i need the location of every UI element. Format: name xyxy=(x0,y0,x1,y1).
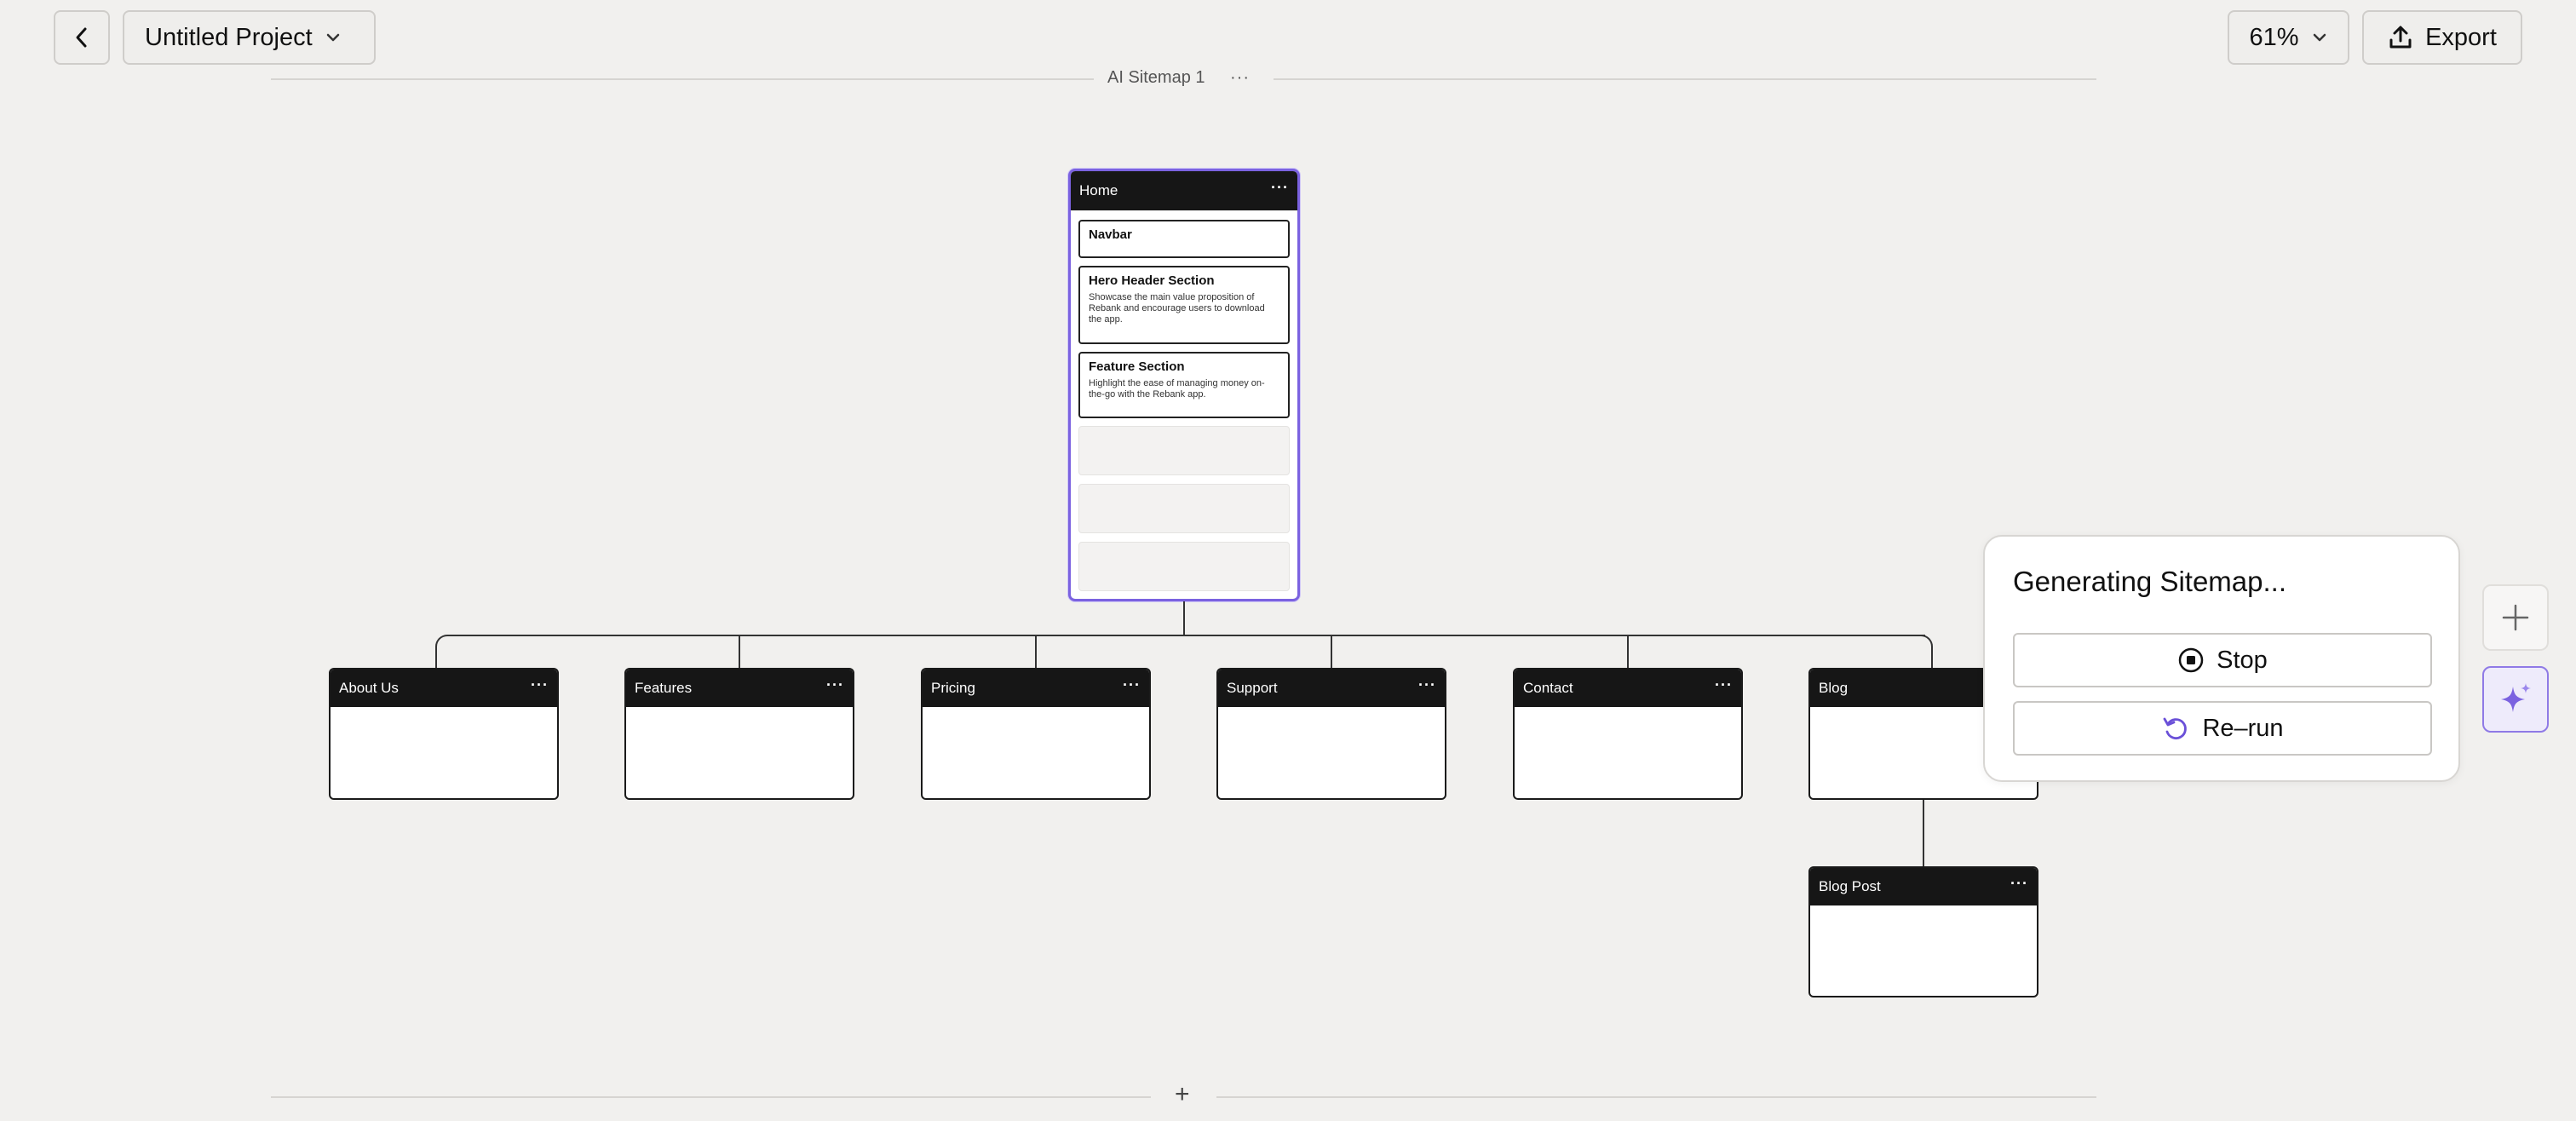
popup-title: Generating Sitemap... xyxy=(2013,566,2287,597)
project-name-dropdown[interactable]: Untitled Project xyxy=(123,10,376,65)
connector xyxy=(1931,647,1933,669)
page-card-pricing[interactable]: Pricing ··· xyxy=(921,668,1151,800)
connector xyxy=(1627,635,1629,669)
card-title: Blog xyxy=(1819,680,1849,696)
section-title: Navbar xyxy=(1089,227,1132,242)
zoom-level: 61% xyxy=(2249,23,2299,51)
zoom-dropdown[interactable]: 61% xyxy=(2228,10,2349,65)
chevron-left-icon xyxy=(76,27,87,48)
generating-sitemap-panel: Generating Sitemap... Stop Re–run xyxy=(1983,535,2460,782)
page-card-support[interactable]: Support ··· xyxy=(1216,668,1446,800)
connector xyxy=(739,635,740,669)
stop-button[interactable]: Stop xyxy=(2013,633,2432,687)
card-title: Support xyxy=(1227,680,1278,696)
more-icon[interactable]: ··· xyxy=(1715,677,1733,696)
title-divider-left xyxy=(271,78,1094,80)
section-hero-header[interactable]: Hero Header Section Showcase the main va… xyxy=(1078,266,1290,344)
card-header: Support ··· xyxy=(1218,670,1445,707)
page-card-features[interactable]: Features ··· xyxy=(624,668,854,800)
more-icon[interactable]: ··· xyxy=(1123,677,1141,696)
more-icon[interactable]: ··· xyxy=(531,677,549,696)
page-card-blog-post[interactable]: Blog Post ··· xyxy=(1808,866,2038,997)
connector xyxy=(1035,635,1037,669)
card-title: Pricing xyxy=(931,680,975,696)
stop-circle-icon xyxy=(2178,647,2204,673)
section-feature[interactable]: Feature Section Highlight the ease of ma… xyxy=(1078,352,1290,418)
connector xyxy=(1923,799,1924,867)
connector xyxy=(1183,601,1185,635)
upload-icon xyxy=(2389,26,2412,49)
section-title: Hero Header Section xyxy=(1089,273,1215,288)
ai-generate-button[interactable] xyxy=(2482,666,2549,733)
export-button[interactable]: Export xyxy=(2362,10,2522,65)
card-title: Contact xyxy=(1523,680,1573,696)
connector xyxy=(435,647,437,669)
rerun-button[interactable]: Re–run xyxy=(2013,701,2432,756)
sitemap-title[interactable]: AI Sitemap 1 xyxy=(1107,68,1205,88)
connector xyxy=(1331,635,1332,669)
more-icon[interactable]: ··· xyxy=(1418,677,1436,696)
back-button[interactable] xyxy=(54,10,110,65)
sitemap-menu-icon[interactable]: ··· xyxy=(1230,68,1250,88)
chevron-down-icon xyxy=(326,33,339,42)
section-placeholder xyxy=(1078,426,1290,475)
card-title: Home xyxy=(1079,182,1118,198)
more-icon[interactable]: ··· xyxy=(826,677,844,696)
rerun-label: Re–run xyxy=(2202,714,2284,742)
refresh-icon xyxy=(2164,717,2188,739)
page-card-contact[interactable]: Contact ··· xyxy=(1513,668,1743,800)
project-name: Untitled Project xyxy=(145,23,313,51)
card-header: Contact ··· xyxy=(1515,670,1741,707)
card-title: Blog Post xyxy=(1819,878,1881,894)
card-title: About Us xyxy=(339,680,399,696)
section-placeholder xyxy=(1078,542,1290,591)
card-header: About Us ··· xyxy=(331,670,557,707)
add-page-button[interactable] xyxy=(2482,584,2549,651)
section-description: Showcase the main value proposition of R… xyxy=(1089,292,1265,325)
add-section-plus-icon[interactable]: + xyxy=(1175,1082,1190,1107)
section-description: Highlight the ease of managing money on-… xyxy=(1089,378,1265,400)
bottom-divider-right xyxy=(1216,1096,2096,1098)
card-header: Pricing ··· xyxy=(923,670,1149,707)
stop-label: Stop xyxy=(2217,646,2268,674)
more-icon[interactable]: ··· xyxy=(2010,876,2028,894)
section-placeholder xyxy=(1078,484,1290,533)
section-title: Feature Section xyxy=(1089,359,1185,374)
card-header: Features ··· xyxy=(626,670,853,707)
connector xyxy=(448,635,1925,636)
bottom-divider-left xyxy=(271,1096,1151,1098)
chevron-down-icon xyxy=(2313,33,2326,42)
home-page-card[interactable]: Home ··· Navbar Hero Header Section Show… xyxy=(1068,169,1300,601)
export-label: Export xyxy=(2425,23,2497,51)
sparkle-icon xyxy=(2501,683,2531,712)
page-card-about-us[interactable]: About Us ··· xyxy=(329,668,559,800)
more-icon[interactable]: ··· xyxy=(1271,180,1289,198)
card-header: Home ··· xyxy=(1071,171,1297,210)
connector-corner-left xyxy=(435,635,450,649)
card-header: Blog Post ··· xyxy=(1810,868,2037,905)
card-title: Features xyxy=(635,680,693,696)
section-navbar[interactable]: Navbar xyxy=(1078,220,1290,258)
title-divider-right xyxy=(1274,78,2096,80)
plus-icon xyxy=(2502,604,2529,631)
